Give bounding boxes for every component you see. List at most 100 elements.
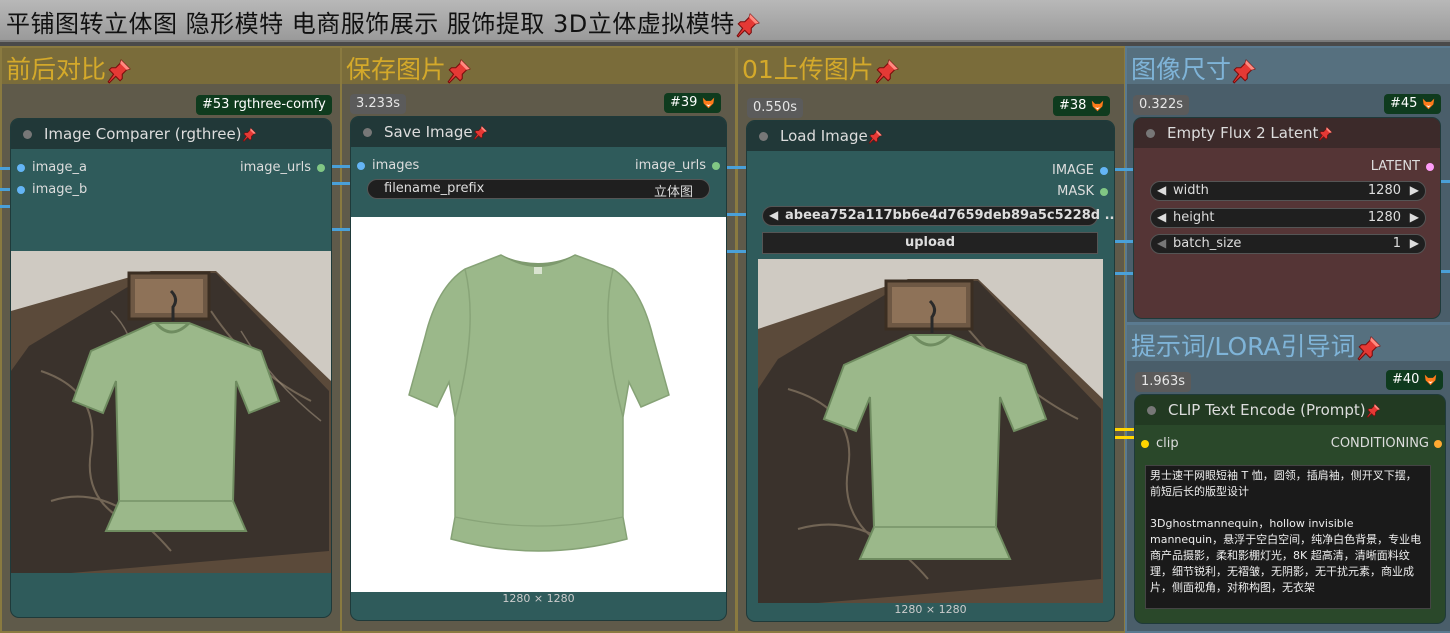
height-stepper[interactable]: ◀ height 1280 ▶ [1150, 208, 1426, 228]
decrement-icon[interactable]: ◀ [1157, 183, 1166, 197]
prompt-textarea[interactable]: 男士速干网眼短袖 T 恤，圆领，插肩袖，侧开叉下摆，前短后长的版型设计 3Dgh… [1145, 465, 1431, 609]
node-title: Save Image [384, 123, 488, 141]
node-save-image[interactable]: Save Image images image_urls filename_pr… [351, 117, 726, 620]
pin-icon[interactable] [473, 125, 488, 140]
group-title: 01上传图片 [742, 50, 900, 86]
node-header[interactable]: Image Comparer (rgthree) [11, 119, 331, 149]
pin-icon[interactable] [242, 127, 257, 142]
increment-icon[interactable]: ▶ [1410, 210, 1419, 224]
pin-icon[interactable] [1231, 58, 1257, 84]
output-image[interactable]: IMAGE [1052, 163, 1094, 178]
output-latent[interactable]: LATENT [1371, 159, 1420, 174]
link-wire [1440, 180, 1450, 183]
fox-icon [702, 96, 715, 109]
link-wire [1114, 240, 1136, 243]
decrement-icon[interactable]: ◀ [1157, 236, 1166, 250]
fox-icon [1422, 97, 1435, 110]
node-badge: #39 [664, 93, 721, 113]
input-image-a[interactable]: image_a [32, 160, 87, 175]
fox-icon [1424, 373, 1437, 386]
link-wire [331, 165, 351, 168]
node-header[interactable]: Empty Flux 2 Latent [1134, 118, 1440, 148]
widget-value: 1280 [1367, 210, 1401, 225]
link-wire [1114, 272, 1136, 275]
output-image-urls[interactable]: image_urls [240, 160, 311, 175]
pin-icon[interactable] [1318, 126, 1333, 141]
node-badge: #53 rgthree-comfy [196, 95, 332, 115]
node-badge: #38 [1053, 96, 1110, 116]
link-wire [331, 182, 351, 185]
input-port-icon[interactable] [17, 164, 25, 172]
prompt-paragraph: 男士速干网眼短袖 T 恤，圆领，插肩袖，侧开叉下摆，前短后长的版型设计 [1150, 469, 1417, 498]
widget-label: filename_prefix [384, 181, 485, 196]
output-port-icon[interactable] [1100, 188, 1108, 196]
widget-value: 1 [1392, 236, 1401, 251]
link-wire [726, 250, 748, 253]
input-image-b[interactable]: image_b [32, 182, 87, 197]
link-wire [1440, 270, 1450, 273]
tshirt-render-illustration [408, 254, 670, 552]
clip-link-wire [1114, 436, 1136, 439]
group-title: 提示词/LORA引导词 [1131, 327, 1382, 363]
collapse-dot-icon[interactable] [759, 132, 768, 141]
input-port-icon[interactable] [17, 186, 25, 194]
input-clip[interactable]: clip [1156, 436, 1179, 451]
output-port-icon[interactable] [1426, 163, 1434, 171]
upload-button[interactable]: upload [762, 232, 1098, 254]
batch-size-stepper[interactable]: ◀ batch_size 1 ▶ [1150, 234, 1426, 254]
node-header[interactable]: Load Image [747, 121, 1114, 151]
output-port-icon[interactable] [1434, 440, 1442, 448]
increment-icon[interactable]: ▶ [1410, 183, 1419, 197]
output-port-icon[interactable] [1100, 167, 1108, 175]
collapse-dot-icon[interactable] [23, 130, 32, 139]
node-load-image[interactable]: Load Image IMAGE MASK ◀ abeea752a117bb6e… [747, 121, 1114, 621]
widget-value: 1280 [1367, 183, 1401, 198]
decrement-icon[interactable]: ◀ [1157, 210, 1166, 224]
pin-icon[interactable] [868, 129, 883, 144]
save-preview-image[interactable] [351, 217, 726, 592]
comparer-preview-image[interactable] [11, 251, 331, 573]
prompt-paragraph: 3Dghostmannequin，hollow invisible manneq… [1150, 517, 1422, 594]
pin-icon[interactable] [735, 12, 761, 38]
output-image-urls[interactable]: image_urls [635, 158, 706, 173]
filename-prefix-field[interactable]: filename_prefix 立体图 [367, 179, 710, 200]
input-images[interactable]: images [372, 158, 419, 173]
table-photo-illustration [758, 259, 1103, 603]
image-file-select[interactable]: ◀ abeea752a117bb6e4d7659deb89a5c5228d ..… [762, 206, 1114, 226]
node-badge: #40 [1386, 370, 1443, 390]
output-mask[interactable]: MASK [1057, 184, 1094, 199]
clip-link-wire [1114, 428, 1136, 431]
left-arrow-icon[interactable]: ◀ [769, 208, 778, 222]
workflow-title: 平铺图转立体图 隐形模特 电商服饰展示 服饰提取 3D立体虚拟模特 [6, 4, 761, 39]
node-timer: 1.963s [1135, 372, 1191, 392]
pin-icon[interactable] [1356, 335, 1382, 361]
pin-icon[interactable] [106, 58, 132, 84]
node-empty-flux2-latent[interactable]: Empty Flux 2 Latent LATENT ◀ width 1280 … [1134, 118, 1440, 318]
node-image-comparer[interactable]: Image Comparer (rgthree) image_a image_b… [11, 119, 331, 617]
node-title: Load Image [780, 127, 883, 145]
pin-icon[interactable] [874, 58, 900, 84]
output-port-icon[interactable] [317, 164, 325, 172]
collapse-dot-icon[interactable] [1147, 406, 1156, 415]
output-conditioning[interactable]: CONDITIONING [1331, 436, 1429, 451]
input-port-icon[interactable] [357, 162, 365, 170]
node-timer: 3.233s [350, 94, 406, 114]
node-header[interactable]: CLIP Text Encode (Prompt) [1135, 395, 1445, 425]
widget-label: width [1173, 183, 1209, 198]
loaded-preview-image[interactable] [758, 259, 1103, 603]
width-stepper[interactable]: ◀ width 1280 ▶ [1150, 181, 1426, 201]
collapse-dot-icon[interactable] [1146, 129, 1155, 138]
pin-icon[interactable] [446, 58, 472, 84]
link-wire [726, 213, 748, 216]
increment-icon[interactable]: ▶ [1410, 236, 1419, 250]
collapse-dot-icon[interactable] [363, 128, 372, 137]
fox-icon [1091, 99, 1104, 112]
node-header[interactable]: Save Image [351, 117, 726, 147]
node-clip-text-encode[interactable]: CLIP Text Encode (Prompt) clip CONDITION… [1135, 395, 1445, 623]
input-port-icon[interactable] [1141, 440, 1149, 448]
link-wire [331, 228, 351, 231]
pin-icon[interactable] [1366, 403, 1381, 418]
output-port-icon[interactable] [712, 162, 720, 170]
group-title: 保存图片 [346, 50, 472, 86]
widget-value: 立体图 [653, 185, 693, 200]
